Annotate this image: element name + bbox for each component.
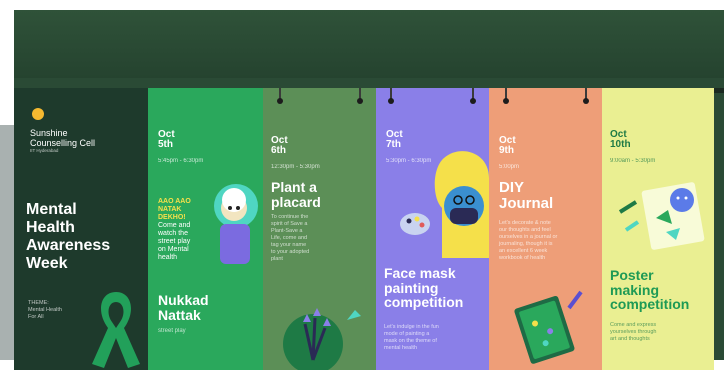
actor-illustration-icon bbox=[214, 184, 258, 264]
event-date: Oct 7th bbox=[386, 129, 403, 150]
event-date: Oct 9th bbox=[499, 135, 516, 156]
hanging-hook bbox=[357, 88, 363, 104]
event-title: Face mask painting competition bbox=[384, 265, 464, 311]
intro-theme: THEME: Mental Health For All bbox=[28, 300, 62, 320]
event-blurb: AAO AAO NATAK DEKHO! Come and watch the … bbox=[158, 198, 191, 261]
event-title: Plant a placard bbox=[271, 179, 321, 210]
event-time: 5:00pm bbox=[499, 164, 520, 170]
awareness-ribbon-icon bbox=[92, 292, 140, 368]
intro-panel: Sunshine Counselling Cell IIT Hyderabad … bbox=[14, 88, 148, 370]
event-time: 12:30pm - 5:30pm bbox=[271, 164, 320, 170]
paint-palette-icon bbox=[400, 213, 430, 235]
hanging-hook bbox=[470, 88, 476, 104]
hanging-hook bbox=[583, 88, 589, 104]
sun-logo-icon bbox=[32, 108, 44, 120]
event-time: 9:00am - 5:30pm bbox=[610, 158, 656, 164]
event-title: Nukkad Nattak bbox=[158, 292, 209, 323]
event-description: To continue the spirit of Save a Plant-S… bbox=[271, 214, 310, 262]
brand-name-line1: Sunshine bbox=[30, 128, 68, 138]
event-panel-poster-making: Oct 10th 9:00am - 5:30pm Poster making c… bbox=[602, 88, 714, 370]
brand-subtitle: IIT Hyderabad bbox=[30, 148, 59, 153]
event-title: DIY Journal bbox=[499, 179, 554, 212]
masked-person-illustration-icon bbox=[434, 151, 489, 258]
brand-name-line2: Counselling Cell bbox=[30, 138, 96, 148]
poster-art-illustration-icon bbox=[618, 182, 705, 250]
event-panel-face-mask-painting: Oct 7th 5:30pm - 6:30pm Face mask painti… bbox=[376, 88, 489, 370]
event-date: Oct 10th bbox=[610, 129, 631, 150]
event-date: Oct 5th bbox=[158, 129, 175, 150]
hanging-hook bbox=[277, 88, 283, 104]
intro-title: Mental Health Awareness Week bbox=[26, 201, 111, 272]
event-description: Let's indulge in the fun mode of paintin… bbox=[384, 324, 439, 351]
event-panel-nukkad-nattak: Oct 5th 5:45pm - 6:30pm AAO AAO NATAK DE… bbox=[148, 88, 263, 370]
event-caption: street play bbox=[158, 328, 186, 334]
journal-book-icon bbox=[514, 290, 583, 364]
event-panel-plant-a-placard: Oct 6th 12:30pm - 5:30pm Plant a placard… bbox=[263, 88, 376, 370]
event-date: Oct 6th bbox=[271, 135, 288, 156]
event-time: 5:30pm - 6:30pm bbox=[386, 158, 432, 164]
event-panel-diy-journal: Oct 9th 5:00pm DIY Journal Let's decorat… bbox=[489, 88, 602, 370]
event-time: 5:45pm - 6:30pm bbox=[158, 158, 204, 164]
poster-wall: Sunshine Counselling Cell IIT Hyderabad … bbox=[14, 10, 724, 370]
event-description: Come and express yourselves through art … bbox=[610, 322, 657, 342]
hanging-hook bbox=[388, 88, 394, 104]
hanging-hook bbox=[503, 88, 509, 104]
event-description: Let's decorate & note our thoughts and f… bbox=[499, 220, 558, 261]
wall-top bbox=[14, 10, 724, 78]
left-edge-bar bbox=[0, 125, 14, 360]
event-title: Poster making competition bbox=[610, 267, 690, 313]
top-margin bbox=[0, 0, 724, 10]
